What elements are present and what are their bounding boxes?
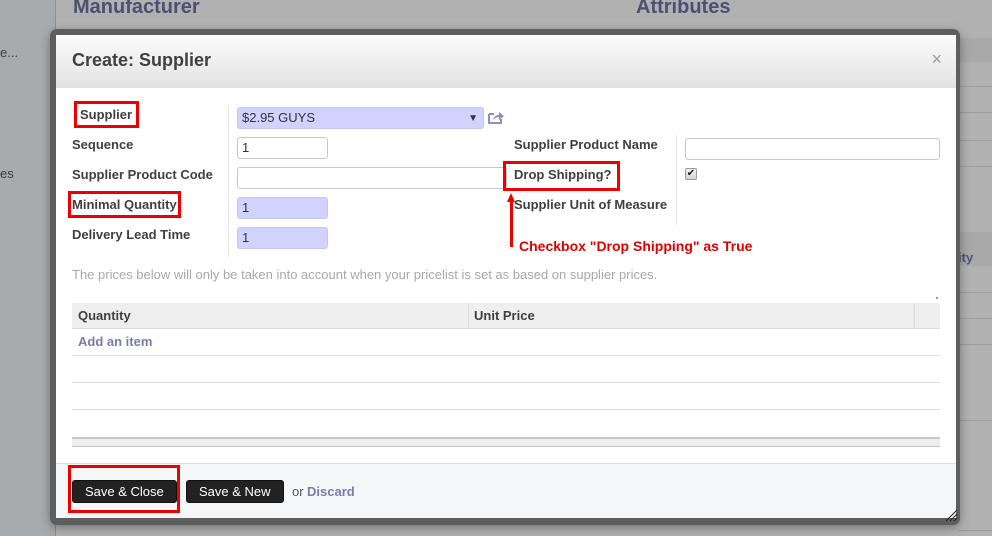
external-link-icon[interactable] bbox=[488, 111, 504, 124]
highlight-supplier bbox=[74, 101, 139, 128]
save-new-button[interactable]: Save & New bbox=[186, 480, 284, 503]
column-divider bbox=[676, 135, 677, 225]
supplier-product-name-input[interactable] bbox=[685, 138, 940, 160]
supplier-select[interactable]: $2.95 GUYS ▼ bbox=[237, 107, 484, 129]
column-divider bbox=[228, 105, 229, 257]
highlight-drop-shipping bbox=[503, 161, 620, 191]
background-line bbox=[958, 86, 992, 87]
column-separator bbox=[914, 303, 915, 329]
background-sidebar: e... es bbox=[0, 0, 55, 536]
sequence-label: Sequence bbox=[72, 137, 134, 152]
table-row bbox=[72, 356, 940, 383]
supplier-uom-label: Supplier Unit of Measure bbox=[514, 197, 668, 212]
column-header-quantity[interactable]: Quantity bbox=[78, 308, 131, 323]
chevron-down-icon: ▼ bbox=[468, 113, 478, 124]
background-line bbox=[958, 530, 992, 531]
price-table-footer bbox=[72, 437, 940, 447]
background-line bbox=[958, 420, 992, 421]
background-line bbox=[958, 112, 992, 113]
dialog-title: Create: Supplier bbox=[72, 50, 212, 70]
pricelist-help-text: The prices below will only be taken into… bbox=[72, 267, 658, 282]
scroll-indicator bbox=[936, 297, 938, 299]
dialog-header: Create: Supplier × bbox=[56, 35, 956, 88]
price-table: Quantity Unit Price Add an item bbox=[72, 303, 940, 447]
column-separator bbox=[468, 303, 469, 329]
highlight-save-close bbox=[68, 465, 180, 513]
background-sidebar-text: e... bbox=[0, 45, 19, 60]
price-table-header: Quantity Unit Price bbox=[72, 303, 940, 329]
or-text: or bbox=[292, 484, 304, 499]
background-heading-attributes: Attributes bbox=[636, 0, 731, 18]
supplier-select-value: $2.95 GUYS bbox=[242, 110, 315, 125]
background-band bbox=[958, 38, 992, 62]
create-supplier-dialog: Create: Supplier × Supplier Sequence Sup… bbox=[56, 35, 956, 518]
annotation-drop-shipping-note: Checkbox "Drop Shipping" as True bbox=[519, 238, 753, 254]
table-row: Add an item bbox=[72, 329, 940, 356]
delivery-lead-time-label: Delivery Lead Time bbox=[72, 227, 191, 242]
resize-grip-icon[interactable] bbox=[944, 508, 958, 522]
checkmark-icon: ✔ bbox=[686, 168, 696, 179]
minimal-quantity-input[interactable]: 1 bbox=[237, 197, 328, 219]
supplier-product-code-label: Supplier Product Code bbox=[72, 167, 213, 182]
column-header-unit-price[interactable]: Unit Price bbox=[474, 308, 535, 323]
delivery-lead-time-input[interactable]: 1 bbox=[237, 227, 328, 249]
supplier-product-name-label: Supplier Product Name bbox=[514, 137, 658, 152]
background-line bbox=[958, 292, 992, 293]
drop-shipping-checkbox[interactable]: ✔ bbox=[685, 168, 697, 180]
background-line bbox=[958, 318, 992, 319]
background-line bbox=[958, 166, 992, 167]
highlight-minimal-quantity bbox=[68, 191, 181, 218]
add-an-item-link[interactable]: Add an item bbox=[78, 334, 152, 349]
supplier-product-code-input[interactable] bbox=[237, 167, 507, 189]
table-row bbox=[72, 410, 940, 437]
discard-link[interactable]: Discard bbox=[307, 484, 355, 499]
close-icon[interactable]: × bbox=[931, 49, 942, 70]
dialog-footer: Save & Close Save & New or Discard bbox=[56, 463, 956, 518]
sequence-input[interactable]: 1 bbox=[237, 137, 328, 159]
annotation-arrow-shaft bbox=[510, 201, 513, 247]
background-line bbox=[958, 344, 992, 345]
background-column-text: ity bbox=[958, 250, 974, 265]
background-line bbox=[958, 140, 992, 141]
table-row bbox=[72, 383, 940, 410]
background-heading-manufacturer: Manufacturer bbox=[73, 0, 200, 18]
background-sidebar-text: es bbox=[0, 166, 14, 181]
